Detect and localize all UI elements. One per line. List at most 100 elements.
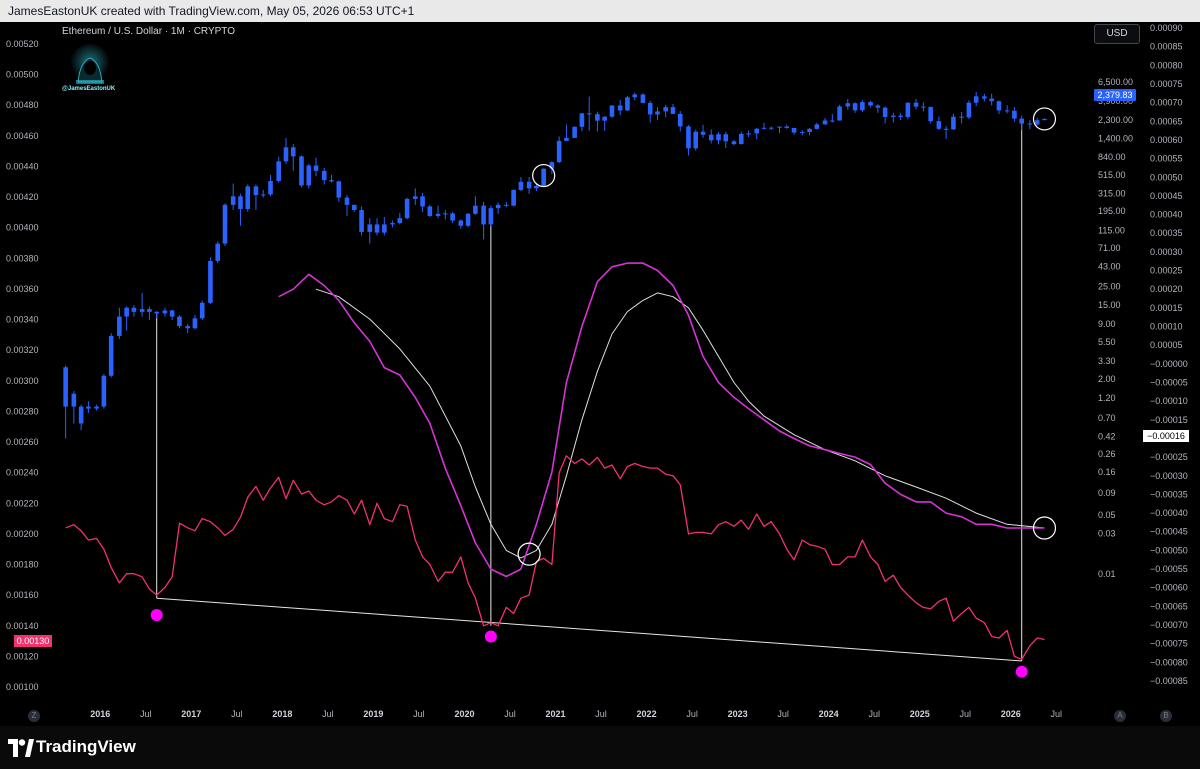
candle-body[interactable] <box>117 316 122 336</box>
candle-body[interactable] <box>313 165 319 171</box>
candle-body[interactable] <box>511 189 516 206</box>
candle-body[interactable] <box>382 224 387 233</box>
candle-body[interactable] <box>595 114 600 121</box>
candle-body[interactable] <box>427 206 433 216</box>
candle-body[interactable] <box>268 180 273 195</box>
candle-body[interactable] <box>222 204 228 244</box>
candle-body[interactable] <box>488 208 494 225</box>
candle-body[interactable] <box>822 120 828 125</box>
candle-body[interactable] <box>754 128 760 134</box>
candle-body[interactable] <box>458 220 464 226</box>
candle-body[interactable] <box>799 131 805 133</box>
candle-body[interactable] <box>526 181 532 189</box>
candle-body[interactable] <box>845 103 851 107</box>
candle-body[interactable] <box>465 213 471 226</box>
candle-body[interactable] <box>344 197 350 205</box>
candle-body[interactable] <box>609 105 615 117</box>
candle-body[interactable] <box>162 310 168 314</box>
candle-body[interactable] <box>625 97 630 111</box>
candle-body[interactable] <box>579 113 585 127</box>
candle-body[interactable] <box>1019 118 1025 124</box>
candle-body[interactable] <box>761 127 767 129</box>
candle-body[interactable] <box>192 318 198 329</box>
ma-fast-line[interactable] <box>278 262 1045 578</box>
candle-body[interactable] <box>632 94 638 98</box>
candle-body[interactable] <box>686 126 691 149</box>
candle-body[interactable] <box>602 116 607 121</box>
candle-body[interactable] <box>336 181 342 198</box>
candle-body[interactable] <box>852 103 858 111</box>
candle-body[interactable] <box>199 302 205 319</box>
chart-area[interactable]: 0.00520 0.00500 0.00480 0.00460 0.00440 0.004… <box>0 22 1200 726</box>
candle-body[interactable] <box>784 126 790 128</box>
candle-body[interactable] <box>101 375 107 407</box>
ma-slow-line[interactable] <box>315 288 1045 559</box>
candle-body[interactable] <box>708 134 714 141</box>
candle-body[interactable] <box>951 116 956 130</box>
candle-body[interactable] <box>86 406 91 409</box>
oscillator-line[interactable] <box>65 455 1045 661</box>
candle-body[interactable] <box>882 107 888 117</box>
candle-body[interactable] <box>473 205 478 214</box>
candle-body[interactable] <box>534 185 539 189</box>
candle-body[interactable] <box>731 141 737 145</box>
candle-body[interactable] <box>982 96 987 99</box>
candle-body[interactable] <box>208 260 213 303</box>
candle-body[interactable] <box>700 131 706 135</box>
candle-body[interactable] <box>655 111 660 115</box>
candle-body[interactable] <box>245 186 251 210</box>
candle-body[interactable] <box>154 311 159 314</box>
candle-body[interactable] <box>450 213 455 221</box>
candle-body[interactable] <box>404 198 410 219</box>
candle-body[interactable] <box>1042 118 1047 121</box>
candle-body[interactable] <box>541 168 546 186</box>
candle-body[interactable] <box>677 113 683 127</box>
candle-body[interactable] <box>412 196 418 199</box>
candle-body[interactable] <box>374 224 380 233</box>
candle-body[interactable] <box>564 137 569 141</box>
candle-body[interactable] <box>367 224 373 232</box>
candle-body[interactable] <box>959 116 964 118</box>
log-scale-button[interactable]: B <box>1160 710 1172 722</box>
candle-body[interactable] <box>716 134 721 141</box>
candle-body[interactable] <box>738 133 744 145</box>
candle-body[interactable] <box>996 101 1002 111</box>
candle-body[interactable] <box>572 126 577 138</box>
candle-body[interactable] <box>966 102 972 118</box>
candle-body[interactable] <box>928 107 933 122</box>
candle-body[interactable] <box>290 147 296 157</box>
candle-body[interactable] <box>1027 123 1033 125</box>
candle-body[interactable] <box>898 115 903 117</box>
chart-svg[interactable]: 0.00520 0.00500 0.00480 0.00460 0.00440 0.004… <box>0 22 1200 726</box>
candle-body[interactable] <box>663 107 668 112</box>
auto-scale-button[interactable]: A <box>1114 710 1126 722</box>
candle-body[interactable] <box>108 335 114 376</box>
candle-body[interactable] <box>124 307 129 317</box>
candle-body[interactable] <box>640 94 646 103</box>
candle-body[interactable] <box>306 165 312 186</box>
candle-body[interactable] <box>504 204 509 206</box>
candle-body[interactable] <box>891 115 896 117</box>
candle-body[interactable] <box>230 196 236 205</box>
candle-body[interactable] <box>1034 120 1040 125</box>
candle-body[interactable] <box>586 113 592 115</box>
candle-body[interactable] <box>913 102 919 107</box>
candle-body[interactable] <box>693 131 699 149</box>
candle-body[interactable] <box>443 213 448 215</box>
candle-body[interactable] <box>238 196 243 210</box>
candle-body[interactable] <box>359 209 364 232</box>
candle-body[interactable] <box>435 213 441 216</box>
candle-body[interactable] <box>390 223 395 225</box>
zoom-scale-button[interactable]: Z <box>28 710 40 722</box>
candle-body[interactable] <box>868 102 873 106</box>
candle-body[interactable] <box>139 309 145 312</box>
symbol-title[interactable]: Ethereum / U.S. Dollar · 1M · CRYPTO <box>62 26 235 37</box>
candle-body[interactable] <box>321 170 327 181</box>
candle-body[interactable] <box>215 243 221 261</box>
currency-button[interactable]: USD <box>1094 24 1140 44</box>
candle-body[interactable] <box>147 309 152 312</box>
candle-body[interactable] <box>807 128 812 132</box>
candle-body[interactable] <box>131 307 137 312</box>
candle-body[interactable] <box>495 204 501 209</box>
candle-body[interactable] <box>837 106 842 121</box>
